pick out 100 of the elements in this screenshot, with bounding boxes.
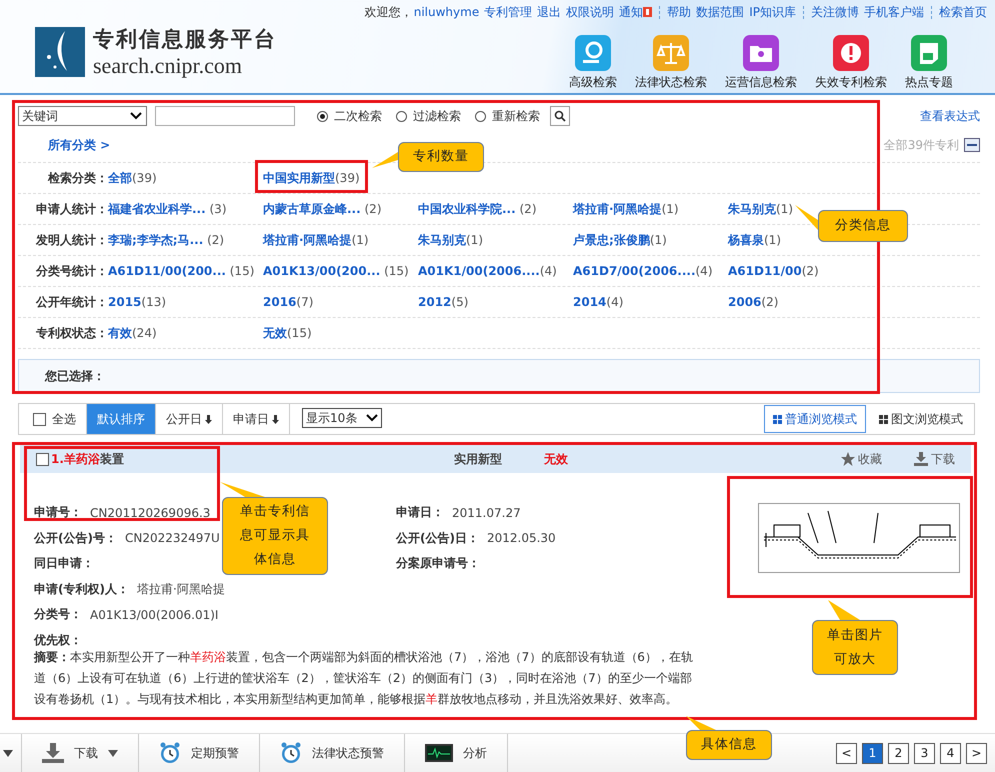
page-size-select[interactable]: 显示10条: [302, 408, 382, 428]
patent-type: 实用新型: [454, 450, 502, 468]
top-link[interactable]: niluwhyme: [414, 5, 480, 19]
select-all-checkbox[interactable]: [33, 412, 46, 426]
nav-link[interactable]: 高级检索: [569, 74, 617, 91]
stat-link[interactable]: 塔拉甫·阿黑哈提(1): [573, 200, 728, 218]
nav-link[interactable]: 失效专利检索: [815, 74, 887, 91]
stat-link[interactable]: A01K13/00(200... (15): [263, 264, 418, 278]
stat-link[interactable]: A61D7/00(2006....(4): [573, 264, 728, 278]
welcome-text: 欢迎您，: [364, 4, 413, 20]
notice-badge-icon: [643, 7, 652, 17]
search-icon[interactable]: [575, 35, 611, 71]
top-link[interactable]: IP知识库: [749, 4, 796, 20]
sort-button[interactable]: 默认排序: [87, 404, 156, 434]
stat-link[interactable]: A01K1/00(2006....(4): [418, 264, 573, 278]
radio-button[interactable]: [317, 110, 328, 122]
top-link[interactable]: 关注微博: [811, 4, 859, 20]
alarm-clock-icon: [159, 742, 181, 764]
callout-pointer: [372, 152, 399, 169]
abstract-text: 摘要：本实用新型公开了一种羊药浴装置，包含一个两端部为斜面的槽状浴池（7），浴池（7）的底部设有轨道（6），在轨道（6）上设有可在轨道（6）上行进的筐状浴车（2），筐状浴车（2）的侧面有门（3），同时在浴池（7）的至少一个端部设有卷扬机（1）。与现有技术相比，本实用新型结构更加简单，能够根据羊群放牧地点移动，并且洗浴效果好、效率高。: [34, 649, 694, 708]
logo-domain: search.cnipr.com: [93, 53, 244, 79]
stat-link[interactable]: 杨喜泉(1): [728, 232, 781, 248]
nav-link[interactable]: 运营信息检索: [725, 74, 797, 91]
stat-link[interactable]: 2006(2): [728, 295, 778, 309]
monitor-chart-icon: [425, 744, 453, 762]
radio-label[interactable]: 过滤检索: [413, 108, 461, 124]
nav-link[interactable]: 热点专题: [905, 74, 953, 91]
field-label: 公开(公告)号：: [34, 530, 117, 547]
radio-label[interactable]: 二次检索: [334, 108, 382, 124]
stat-link[interactable]: 福建省农业科学... (3): [108, 200, 263, 218]
stat-link[interactable]: 内蒙古草原金峰... (2): [263, 200, 418, 218]
callout-pointer: [828, 600, 861, 621]
page-button[interactable]: <: [836, 742, 857, 764]
field-label: 公开(公告)日：: [396, 530, 479, 547]
alarm-tool-button[interactable]: 定期预警: [138, 734, 259, 772]
view-expression-link[interactable]: 查看表达式: [920, 108, 980, 124]
list-icon: [773, 414, 782, 424]
page-button[interactable]: 1: [862, 742, 883, 764]
top-link[interactable]: 检索首页: [939, 4, 987, 20]
radio-button[interactable]: [396, 110, 407, 122]
favorite-button[interactable]: 收藏: [841, 450, 882, 468]
caret-icon[interactable]: [108, 750, 118, 756]
stat-link[interactable]: 无效(15): [263, 324, 312, 342]
callout-pointer: [220, 482, 266, 498]
download-icon: [42, 743, 64, 763]
select-all-label[interactable]: 全选: [52, 410, 76, 428]
field-select[interactable]: 关键词: [18, 106, 147, 126]
stat-link[interactable]: 朱马别克(1): [418, 232, 573, 248]
folder-icon[interactable]: [743, 35, 779, 71]
stat-link[interactable]: 2016(7): [263, 295, 418, 309]
page-button[interactable]: 2: [888, 742, 909, 764]
stat-link[interactable]: 有效(24): [108, 324, 263, 342]
caret-icon[interactable]: [3, 750, 13, 756]
radio-label[interactable]: 重新检索: [492, 108, 540, 124]
radio-button[interactable]: [475, 110, 486, 122]
top-link[interactable]: 退出: [537, 4, 562, 20]
view-mode-button[interactable]: 普通浏览模式: [764, 405, 866, 433]
caret-icon: [366, 414, 378, 422]
stat-link[interactable]: 中国实用新型(39): [263, 170, 360, 186]
top-link[interactable]: 权限说明: [566, 4, 614, 20]
alarm-tool-button[interactable]: 法律状态预警: [259, 734, 404, 772]
nav-link[interactable]: 法律状态检索: [635, 74, 707, 91]
field-label: 申请日：: [396, 504, 444, 522]
stat-label: 检索分类：: [46, 170, 108, 186]
search-field[interactable]: [155, 106, 295, 126]
stat-link[interactable]: 塔拉甫·阿黑哈提(1): [263, 232, 418, 248]
download-button[interactable]: 下载: [914, 450, 955, 468]
field-value: CN201120269096.3: [90, 506, 210, 520]
stat-link[interactable]: A61D11/00(2): [728, 264, 819, 278]
logo-icon: [35, 27, 85, 77]
notice-link[interactable]: 通知: [619, 4, 644, 20]
stat-link[interactable]: 2012(5): [418, 295, 573, 309]
stat-label: 申请人统计：: [35, 200, 108, 218]
top-link[interactable]: 专利管理: [484, 4, 532, 20]
stat-link[interactable]: 卢景忠;张俊鹏(1): [573, 232, 728, 248]
patent-drawing-thumbnail[interactable]: [758, 503, 960, 573]
alert-icon[interactable]: [833, 35, 869, 71]
top-link[interactable]: 手机客户端: [864, 4, 924, 20]
page-button[interactable]: 3: [914, 742, 935, 764]
stat-link[interactable]: A61D11/00(200... (15): [108, 264, 263, 278]
stat-link[interactable]: 李瑞;李学杰;马... (2): [108, 232, 263, 248]
chart-tool-button[interactable]: 分析: [404, 734, 508, 772]
search-button[interactable]: [550, 106, 570, 126]
all-categories-link[interactable]: 所有分类 >: [48, 136, 110, 154]
page-button[interactable]: 4: [940, 742, 961, 764]
field-value: 塔拉甫·阿黑哈提: [136, 580, 225, 598]
stat-link[interactable]: 全部(39): [108, 170, 263, 186]
result-title-link[interactable]: 1.羊药浴装置: [51, 450, 124, 468]
top-link[interactable]: 帮助: [667, 4, 692, 20]
stat-link[interactable]: 2015(13): [108, 295, 263, 309]
stat-link[interactable]: 中国农业科学院... (2): [418, 200, 573, 218]
result-checkbox[interactable]: [36, 452, 49, 466]
logo-title: 专利信息服务平台: [93, 25, 277, 53]
stat-link[interactable]: 2014(4): [573, 295, 728, 309]
page-button[interactable]: >: [966, 742, 987, 764]
stat-link[interactable]: 朱马别克(1): [728, 200, 793, 218]
top-link[interactable]: 数据范围: [696, 4, 744, 20]
stat-label: 专利权状态：: [35, 324, 108, 342]
collapse-button[interactable]: [964, 138, 980, 152]
download-tool-button[interactable]: 下载: [21, 734, 138, 772]
